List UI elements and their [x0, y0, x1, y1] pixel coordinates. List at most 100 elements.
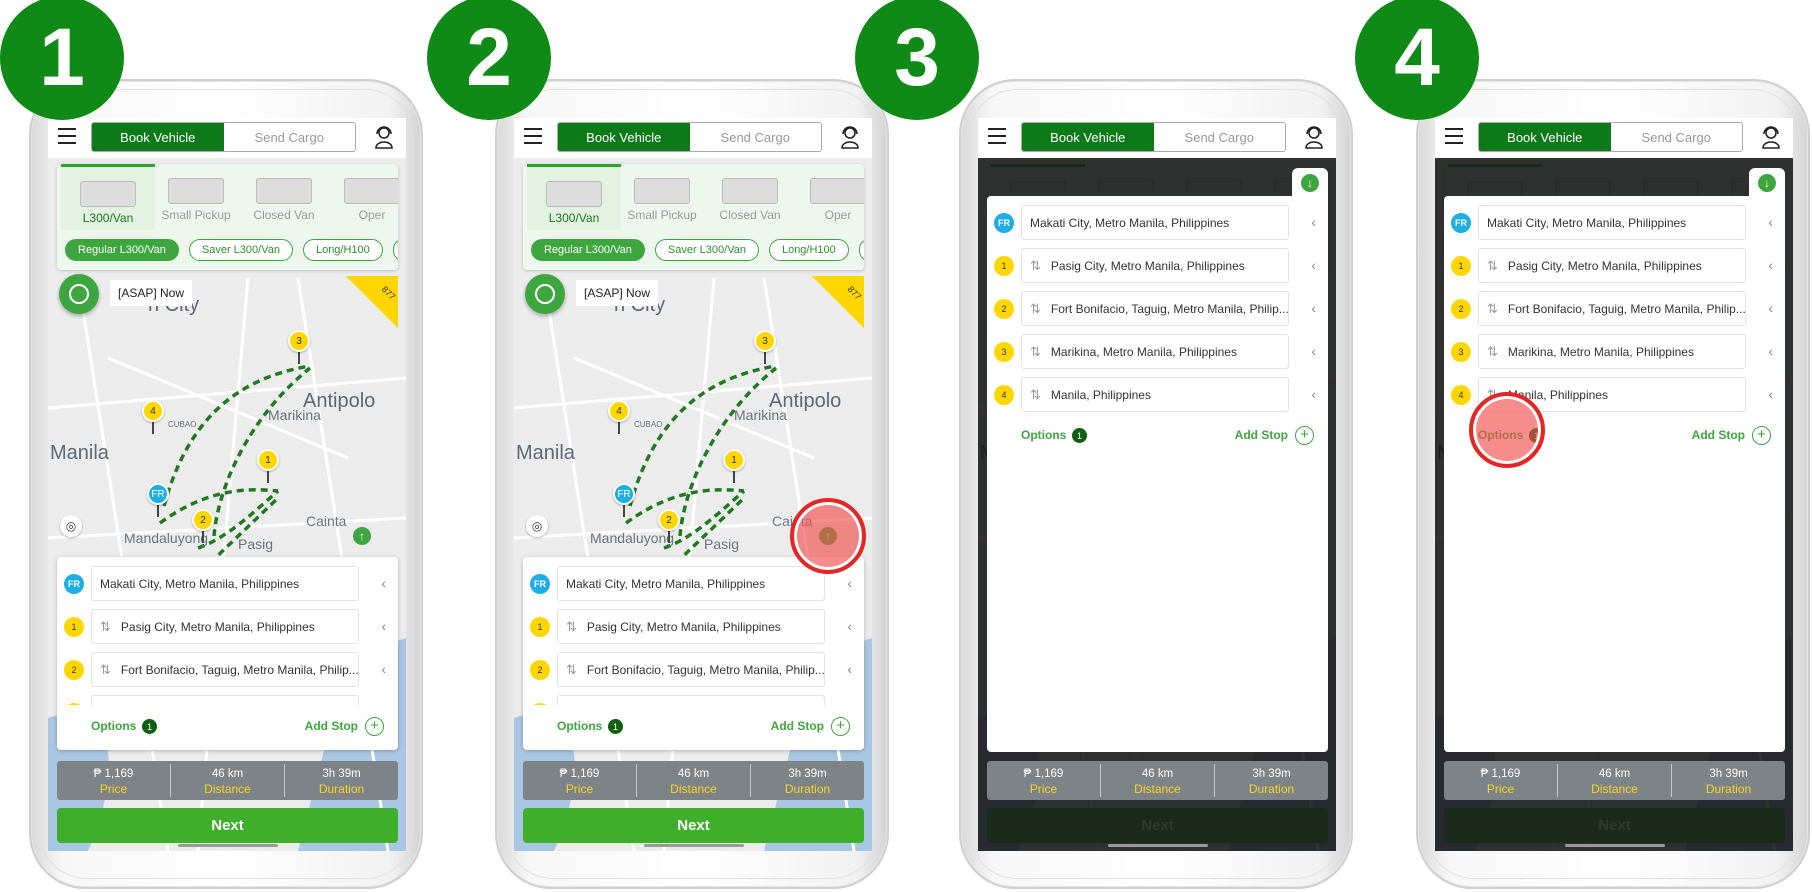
stop-address-field[interactable]: ⇅ Fort Bonifacio, Taguig, Metro Manila, P… — [557, 652, 825, 687]
stop-address-field[interactable]: Makati City, Metro Manila, Philippines — [1478, 205, 1746, 240]
stop-address-field[interactable]: Makati City, Metro Manila, Philippines — [91, 566, 359, 601]
reorder-icon[interactable]: ⇅ — [566, 619, 577, 635]
vehicle-option[interactable]: L300/Van — [61, 164, 155, 230]
stop-address-field[interactable]: Makati City, Metro Manila, Philippines — [557, 566, 825, 601]
hamburger-icon[interactable] — [524, 128, 542, 144]
map-pin-FR[interactable]: FR — [147, 483, 169, 505]
chevron-left-icon[interactable]: ‹ — [1311, 214, 1316, 230]
stop-address-field[interactable]: ⇅ Pasig City, Metro Manila, Philippines — [91, 609, 359, 644]
promo-ribbon[interactable]: 877 — [812, 276, 864, 328]
chevron-left-icon[interactable]: ‹ — [1311, 257, 1316, 273]
stop-address-field[interactable]: ⇅Marikina, Metro Manila, Philippines — [557, 695, 825, 705]
locate-me-icon[interactable]: ◎ — [60, 515, 82, 537]
map-pin-2[interactable]: 2 — [658, 509, 680, 531]
service-chip[interactable]: Regular L300/Van — [65, 239, 179, 261]
reorder-icon[interactable]: ⇅ — [1030, 344, 1041, 360]
expand-button[interactable]: ↑ — [351, 525, 373, 547]
next-button[interactable]: Next — [987, 808, 1328, 843]
vehicle-option[interactable]: L300/Van — [527, 164, 621, 230]
stop-address-field[interactable]: ⇅ Pasig City, Metro Manila, Philippines — [1478, 248, 1746, 283]
headset-agent-icon[interactable] — [374, 125, 394, 149]
headset-agent-icon[interactable] — [1304, 125, 1324, 149]
chevron-left-icon[interactable]: ‹ — [1768, 300, 1773, 316]
chevron-left-icon[interactable]: ‹ — [381, 704, 386, 705]
stop-address-field[interactable]: ⇅ Fort Bonifacio, Taguig, Metro Manila, P… — [1021, 291, 1289, 326]
add-stop-button[interactable]: Add Stop — [771, 719, 824, 733]
add-stop-button[interactable]: Add Stop — [1235, 428, 1288, 442]
reorder-icon[interactable]: ⇅ — [100, 619, 111, 635]
chevron-left-icon[interactable]: ‹ — [1311, 343, 1316, 359]
plus-circle-icon[interactable]: + — [1752, 426, 1771, 445]
chevron-left-icon[interactable]: ‹ — [1311, 300, 1316, 316]
tab-book-vehicle[interactable]: Book Vehicle — [558, 123, 690, 151]
service-chip[interactable]: Long/H100 — [768, 239, 849, 261]
map-pin-4[interactable]: 4 — [142, 400, 164, 422]
tab-send-cargo[interactable]: Send Cargo — [1154, 123, 1286, 151]
reorder-icon[interactable]: ⇅ — [566, 662, 577, 678]
chevron-left-icon[interactable]: ‹ — [381, 618, 386, 634]
map-pin-1[interactable]: 1 — [723, 449, 745, 471]
map-pin-4[interactable]: 4 — [608, 400, 630, 422]
map-pin-2[interactable]: 2 — [192, 509, 214, 531]
service-chip-more[interactable] — [392, 239, 398, 261]
map-pin-1[interactable]: 1 — [257, 449, 279, 471]
schedule-clock-button[interactable] — [59, 274, 99, 314]
headset-agent-icon[interactable] — [1761, 125, 1781, 149]
reorder-icon[interactable]: ⇅ — [1487, 301, 1498, 317]
map-pin-3[interactable]: 3 — [288, 330, 310, 352]
plus-circle-icon[interactable]: + — [1295, 426, 1314, 445]
vehicle-option[interactable]: Small Pickup — [615, 164, 709, 230]
options-button[interactable]: Options — [1021, 428, 1066, 442]
chevron-left-icon[interactable]: ‹ — [381, 575, 386, 591]
reorder-icon[interactable]: ⇅ — [100, 705, 111, 706]
tab-book-vehicle[interactable]: Book Vehicle — [1022, 123, 1154, 151]
vehicle-option[interactable]: Oper — [791, 164, 864, 230]
reorder-icon[interactable]: ⇅ — [1030, 258, 1041, 274]
options-button[interactable]: Options — [91, 719, 136, 733]
chevron-left-icon[interactable]: ‹ — [1768, 386, 1773, 402]
chevron-left-icon[interactable]: ‹ — [847, 618, 852, 634]
stop-address-field[interactable]: ⇅ Fort Bonifacio, Taguig, Metro Manila, P… — [91, 652, 359, 687]
chevron-left-icon[interactable]: ‹ — [1768, 214, 1773, 230]
schedule-clock-button[interactable] — [525, 274, 565, 314]
reorder-icon[interactable]: ⇅ — [1030, 387, 1041, 403]
reorder-icon[interactable]: ⇅ — [566, 705, 577, 706]
headset-agent-icon[interactable] — [840, 125, 860, 149]
reorder-icon[interactable]: ⇅ — [1487, 258, 1498, 274]
stop-address-field[interactable]: ⇅Marikina, Metro Manila, Philippines — [1478, 334, 1746, 369]
tab-send-cargo[interactable]: Send Cargo — [1611, 123, 1743, 151]
add-stop-button[interactable]: Add Stop — [305, 719, 358, 733]
chevron-left-icon[interactable]: ‹ — [1768, 343, 1773, 359]
hamburger-icon[interactable] — [988, 128, 1006, 144]
schedule-label[interactable]: [ASAP] Now — [110, 280, 193, 306]
next-button[interactable]: Next — [1444, 808, 1785, 843]
stop-address-field[interactable]: ⇅ Fort Bonifacio, Taguig, Metro Manila, P… — [1478, 291, 1746, 326]
vehicle-option[interactable]: Small Pickup — [149, 164, 243, 230]
tab-book-vehicle[interactable]: Book Vehicle — [92, 123, 224, 151]
chevron-left-icon[interactable]: ‹ — [381, 661, 386, 677]
schedule-label[interactable]: [ASAP] Now — [576, 280, 659, 306]
tab-send-cargo[interactable]: Send Cargo — [690, 123, 822, 151]
chevron-left-icon[interactable]: ‹ — [847, 575, 852, 591]
add-stop-button[interactable]: Add Stop — [1692, 428, 1745, 442]
tab-book-vehicle[interactable]: Book Vehicle — [1479, 123, 1611, 151]
chevron-left-icon[interactable]: ‹ — [847, 661, 852, 677]
hamburger-icon[interactable] — [58, 128, 76, 144]
vehicle-option[interactable]: Oper — [325, 164, 398, 230]
service-chip[interactable]: Saver L300/Van — [188, 239, 293, 261]
plus-circle-icon[interactable]: + — [831, 717, 850, 736]
next-button[interactable]: Next — [523, 808, 864, 843]
vehicle-option[interactable]: Closed Van — [703, 164, 797, 230]
options-button[interactable]: Options — [557, 719, 602, 733]
stop-address-field[interactable]: ⇅ Manila, Philippines — [1021, 377, 1289, 412]
reorder-icon[interactable]: ⇅ — [1487, 344, 1498, 360]
vehicle-option[interactable]: Closed Van — [237, 164, 331, 230]
chevron-left-icon[interactable]: ‹ — [1768, 257, 1773, 273]
reorder-icon[interactable]: ⇅ — [100, 662, 111, 678]
service-chip[interactable]: Long/H100 — [302, 239, 383, 261]
promo-ribbon[interactable]: 877 — [346, 276, 398, 328]
service-chip-more[interactable] — [858, 239, 864, 261]
plus-circle-icon[interactable]: + — [365, 717, 384, 736]
stop-address-field[interactable]: ⇅Marikina, Metro Manila, Philippines — [1021, 334, 1289, 369]
map-pin-3[interactable]: 3 — [754, 330, 776, 352]
